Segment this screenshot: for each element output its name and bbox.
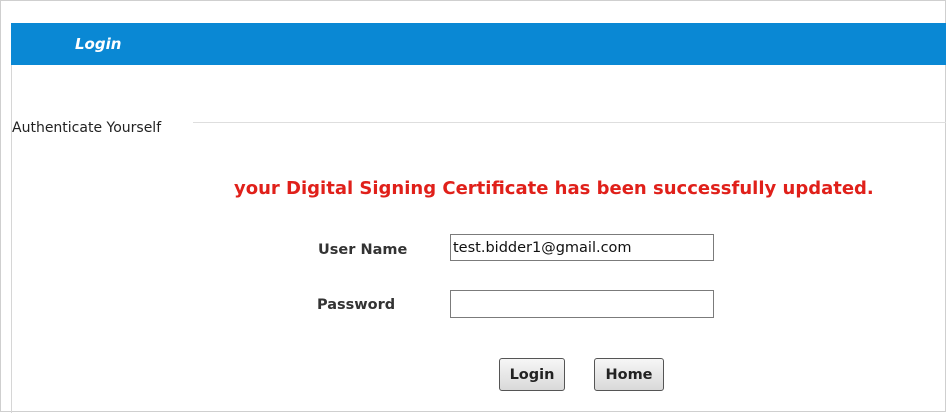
- fieldset-border: [193, 122, 946, 123]
- left-divider: [11, 65, 12, 413]
- password-label: Password: [317, 297, 396, 313]
- header-bar: Login: [11, 23, 946, 65]
- success-message: your Digital Signing Certificate has bee…: [234, 178, 874, 199]
- login-button[interactable]: Login: [499, 358, 565, 391]
- home-button[interactable]: Home: [594, 358, 664, 391]
- page-title: Login: [75, 35, 122, 53]
- username-label: User Name: [318, 242, 408, 258]
- fieldset-legend: Authenticate Yourself: [12, 120, 162, 136]
- password-input[interactable]: [450, 290, 714, 318]
- login-page: Login Authenticate Yourself your Digital…: [0, 0, 946, 413]
- username-input[interactable]: [450, 234, 714, 261]
